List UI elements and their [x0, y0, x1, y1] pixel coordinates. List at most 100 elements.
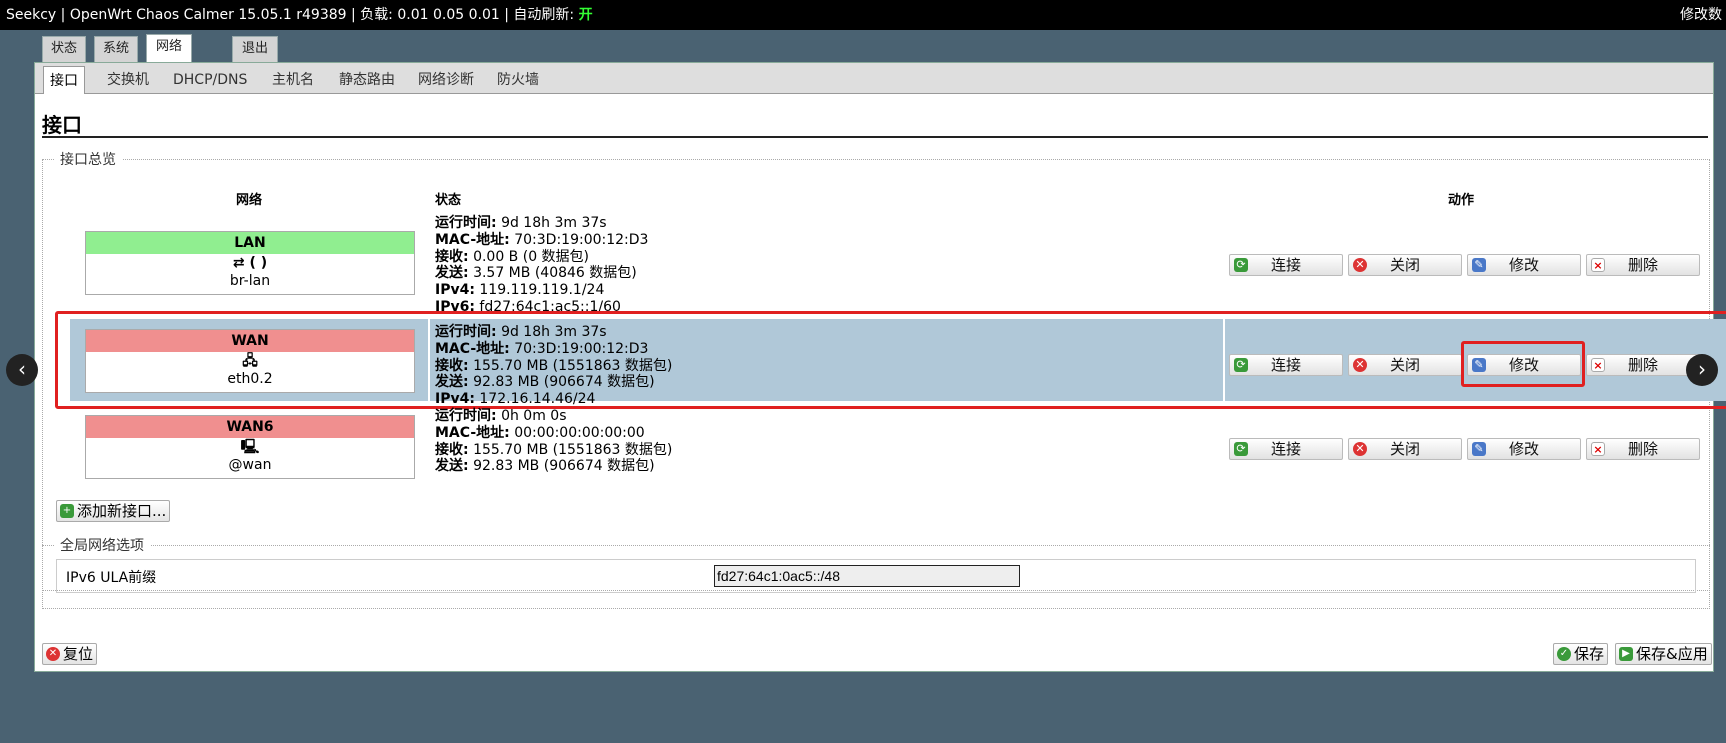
subtab-hostnames[interactable]: 主机名 [266, 66, 320, 94]
column-header-network: 网络 [236, 193, 263, 208]
save-label: 保存 [1574, 645, 1605, 663]
column-header-actions: 动作 [1448, 193, 1475, 208]
subtab-firewall[interactable]: 防火墙 [491, 66, 545, 94]
tab-system[interactable]: 系统 [94, 36, 138, 62]
top-status-bar: Seekcy | OpenWrt Chaos Calmer 15.05.1 r4… [0, 0, 1726, 30]
uptime-value: 9d 18h 3m 37s [501, 215, 607, 231]
edit-button-lan[interactable]: ✎ 修改 [1467, 254, 1581, 276]
subtab-interfaces[interactable]: 接口 [43, 66, 85, 94]
refresh-icon: ⟳ [1234, 258, 1248, 272]
autorefresh-toggle[interactable]: 开 [579, 7, 593, 23]
connect-label: 连接 [1270, 256, 1301, 274]
alias-icon: 🖳 [240, 439, 260, 455]
status-wan6: 运行时间: 0h 0m 0s MAC-地址: 00:00:00:00:00:00… [435, 408, 672, 475]
autorefresh-label: 自动刷新: [513, 7, 575, 23]
check-icon: ✓ [1557, 647, 1571, 661]
tx-value: 92.83 MB (906674 数据包) [473, 458, 655, 475]
rx-value: 155.70 MB (1551863 数据包) [473, 441, 673, 458]
ula-prefix-input[interactable] [714, 565, 1020, 587]
close-label: 关闭 [1389, 440, 1420, 458]
connect-label: 连接 [1270, 440, 1301, 458]
bridge-icon: ⇄ [232, 255, 245, 271]
reset-icon: ✕ [46, 647, 60, 661]
interface-card-lan: LAN ⇄ ( ) br-lan [85, 231, 415, 295]
subtab-dhcp-dns[interactable]: DHCP/DNS [167, 66, 253, 94]
apply-icon: ▶ [1619, 647, 1633, 661]
delete-button-lan[interactable]: × 删除 [1586, 254, 1700, 276]
edit-label: 修改 [1508, 440, 1539, 458]
interface-card-wan6: WAN6 🖳 @wan [85, 415, 415, 479]
add-icon: + [60, 504, 74, 518]
edit-label: 修改 [1508, 256, 1539, 274]
overview-legend: 接口总览 [54, 149, 122, 169]
mac-value: 00:00:00:00:00:00 [514, 424, 645, 441]
delete-label: 删除 [1627, 256, 1658, 274]
previous-arrow-icon[interactable]: ‹ [6, 354, 38, 386]
tab-logout[interactable]: 退出 [232, 36, 278, 62]
save-apply-button[interactable]: ▶ 保存&应用 [1615, 643, 1712, 665]
tab-network[interactable]: 网络 [146, 34, 192, 62]
rx-label: 接收: [435, 248, 469, 265]
main-content: 接口 交换机 DHCP/DNS 主机名 静态路由 网络诊断 防火墙 接口 接口总… [34, 62, 1726, 672]
add-interface-label: 添加新接口... [77, 502, 167, 520]
pencil-icon: ✎ [1472, 258, 1486, 272]
subtab-bar: 接口 交换机 DHCP/DNS 主机名 静态路由 网络诊断 防火墙 [35, 63, 1713, 94]
uptime-label: 运行时间: [435, 408, 497, 424]
uptime-label: 运行时间: [435, 215, 497, 231]
edit-highlight-annotation [1461, 341, 1585, 387]
status-lan: 运行时间: 9d 18h 3m 37s MAC-地址: 70:3D:19:00:… [435, 215, 648, 311]
next-arrow-icon[interactable]: › [1686, 354, 1718, 386]
firmware-version: OpenWrt Chaos Calmer 15.05.1 r49389 [69, 7, 347, 23]
page-title: 接口 [42, 113, 82, 137]
reset-label: 复位 [63, 645, 94, 663]
device-name-lan: br-lan [229, 273, 271, 289]
stop-icon: ✕ [1353, 442, 1367, 456]
mac-label: MAC-地址: [435, 424, 510, 441]
rx-label: 接收: [435, 441, 469, 458]
connect-button-lan[interactable]: ⟳ 连接 [1229, 254, 1343, 276]
global-options-legend: 全局网络选项 [54, 535, 150, 555]
edit-button-wan6[interactable]: ✎ 修改 [1467, 438, 1581, 460]
ipv6-value: fd27:64c1:ac5::1/60 [479, 298, 621, 311]
tx-value: 3.57 MB (40846 数据包) [473, 265, 637, 282]
uptime-value: 0h 0m 0s [501, 408, 567, 424]
refresh-icon: ⟳ [1234, 442, 1248, 456]
ipv4-label: IPv4: [435, 282, 475, 299]
subtab-static-routes[interactable]: 静态路由 [333, 66, 401, 94]
close-label: 关闭 [1389, 256, 1420, 274]
load-values: 0.01 0.05 0.01 [397, 7, 500, 23]
rx-value: 0.00 B (0 数据包) [473, 248, 590, 265]
port-group-icon: ( ) [249, 255, 268, 271]
add-interface-button[interactable]: + 添加新接口... [56, 500, 171, 522]
subtab-diagnostics[interactable]: 网络诊断 [412, 66, 480, 94]
mac-label: MAC-地址: [435, 231, 510, 248]
close-button-lan[interactable]: ✕ 关闭 [1348, 254, 1462, 276]
load-label: 负载: [360, 7, 393, 23]
ipv6-label: IPv6: [435, 298, 475, 311]
stop-icon: ✕ [1353, 258, 1367, 272]
subtab-switch[interactable]: 交换机 [101, 66, 155, 94]
hostname: Seekcy [6, 7, 57, 23]
tab-status[interactable]: 状态 [42, 36, 86, 62]
tx-label: 发送: [435, 458, 469, 475]
delete-button-wan6[interactable]: × 删除 [1586, 438, 1700, 460]
ula-prefix-label: IPv6 ULA前缀 [66, 570, 157, 586]
save-apply-label: 保存&应用 [1636, 645, 1708, 663]
lan-port-icons: ⇄ ( ) [86, 254, 414, 272]
connect-button-wan6[interactable]: ⟳ 连接 [1229, 438, 1343, 460]
delete-icon: × [1591, 258, 1605, 272]
mac-value: 70:3D:19:00:12:D3 [514, 231, 649, 248]
column-header-status: 状态 [435, 193, 462, 208]
close-button-wan6[interactable]: ✕ 关闭 [1348, 438, 1462, 460]
title-divider [42, 136, 1708, 138]
delete-label: 删除 [1627, 440, 1658, 458]
delete-icon: × [1591, 442, 1605, 456]
pencil-icon: ✎ [1472, 442, 1486, 456]
device-name-wan6: @wan [228, 457, 272, 473]
interface-name-wan6: WAN6 [86, 416, 414, 438]
interface-name-lan: LAN [86, 232, 414, 254]
save-button[interactable]: ✓ 保存 [1553, 643, 1609, 665]
unsaved-changes-link[interactable]: 修改数 [1680, 0, 1722, 30]
ipv4-value: 119.119.119.1/24 [479, 282, 605, 299]
reset-button[interactable]: ✕ 复位 [42, 643, 98, 665]
